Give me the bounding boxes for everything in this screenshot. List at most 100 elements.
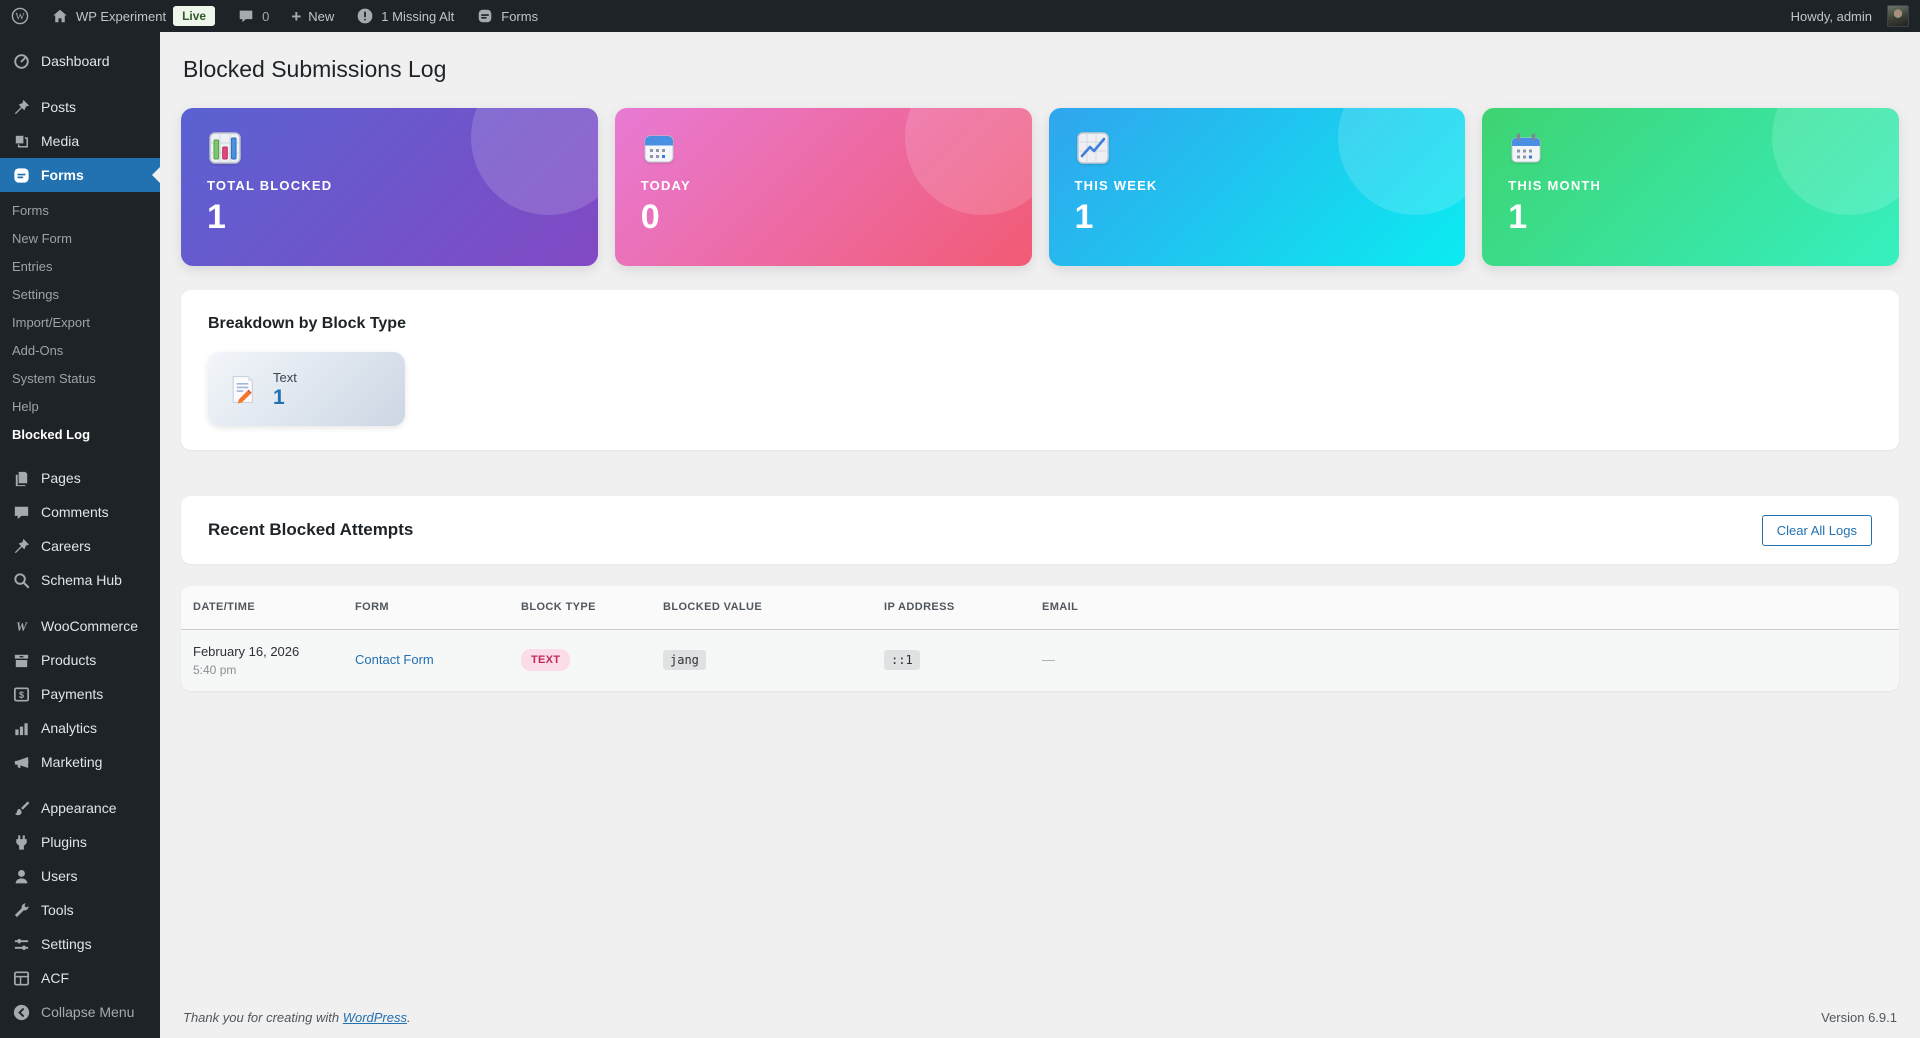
pushpin-icon bbox=[14, 538, 30, 553]
sidebar-item-label: WooCommerce bbox=[41, 618, 138, 634]
pushpin-icon bbox=[14, 99, 30, 114]
bar-chart-icon bbox=[209, 132, 241, 164]
submenu-item-system-status[interactable]: System Status bbox=[0, 365, 160, 393]
sliders-icon bbox=[14, 938, 29, 950]
sidebar-item-tools[interactable]: Tools bbox=[0, 893, 160, 927]
home-icon bbox=[53, 9, 67, 23]
ip-address-chip: ::1 bbox=[884, 650, 920, 671]
column-header-date-time: DATE/TIME bbox=[181, 586, 343, 630]
sidebar-item-schema-hub[interactable]: Schema Hub bbox=[0, 563, 160, 597]
calendar-icon bbox=[644, 135, 674, 163]
forms-logo-icon bbox=[478, 9, 492, 23]
admin-bar: W WP Experiment Live 0 + New 1 Missing A… bbox=[0, 0, 1920, 32]
sidebar-item-acf[interactable]: ACF bbox=[0, 961, 160, 995]
footer-version: Version 6.9.1 bbox=[1821, 1010, 1897, 1025]
sidebar-item-careers[interactable]: Careers bbox=[0, 529, 160, 563]
breakdown-panel: Breakdown by Block Type Text 1 bbox=[181, 290, 1899, 450]
submenu-item-settings[interactable]: Settings bbox=[0, 281, 160, 309]
forms-adminbar-menu[interactable]: Forms bbox=[465, 0, 549, 32]
brush-icon bbox=[15, 800, 30, 815]
blocked-value-chip: jang bbox=[663, 650, 706, 671]
wordpress-link[interactable]: WordPress bbox=[343, 1010, 407, 1025]
sidebar-item-forms[interactable]: Forms bbox=[0, 158, 160, 192]
sidebar-item-label: Products bbox=[41, 652, 97, 668]
sidebar-item-label: Marketing bbox=[41, 754, 103, 770]
search-icon bbox=[14, 572, 30, 588]
wrench-icon bbox=[14, 902, 29, 917]
submenu-item-help[interactable]: Help bbox=[0, 393, 160, 421]
submenu-item-import-export[interactable]: Import/Export bbox=[0, 309, 160, 337]
comments-bubble-icon bbox=[239, 10, 253, 23]
decorative-circle bbox=[904, 108, 1032, 215]
sidebar-item-label: Schema Hub bbox=[41, 572, 122, 588]
new-content-menu[interactable]: + New bbox=[280, 0, 345, 32]
plugin-icon bbox=[16, 834, 27, 850]
sidebar-item-marketing[interactable]: Marketing bbox=[0, 745, 160, 779]
sidebar-item-label: Payments bbox=[41, 686, 104, 702]
submenu-item-blocked-log[interactable]: Blocked Log bbox=[0, 421, 160, 449]
account-menu[interactable]: Howdy, admin bbox=[1780, 0, 1920, 32]
woocommerce-icon: W bbox=[16, 619, 28, 633]
decorative-circle bbox=[1338, 108, 1466, 215]
stat-card-this-month: THIS MONTH 1 bbox=[1482, 108, 1899, 266]
svg-text:W: W bbox=[15, 12, 25, 23]
sidebar-item-plugins[interactable]: Plugins bbox=[0, 825, 160, 859]
comment-count: 0 bbox=[262, 8, 270, 24]
howdy-label: Howdy, admin bbox=[1790, 8, 1872, 24]
sidebar-item-appearance[interactable]: Appearance bbox=[0, 791, 160, 825]
blocked-log-table: DATE/TIME FORM BLOCK TYPE BLOCKED VALUE … bbox=[181, 586, 1899, 691]
sidebar-item-settings[interactable]: Settings bbox=[0, 927, 160, 961]
grid-icon bbox=[13, 970, 30, 986]
wordpress-menu[interactable]: W bbox=[0, 0, 40, 32]
column-header-email: EMAIL bbox=[1030, 586, 1899, 630]
main-content: Blocked Submissions Log TOTAL BLOCKED 1 … bbox=[160, 32, 1920, 1038]
sidebar-item-label: Tools bbox=[41, 902, 74, 918]
submenu-item-add-ons[interactable]: Add-Ons bbox=[0, 337, 160, 365]
sidebar-item-comments[interactable]: Comments bbox=[0, 495, 160, 529]
sidebar-item-users[interactable]: Users bbox=[0, 859, 160, 893]
sidebar-item-dashboard[interactable]: Dashboard bbox=[0, 44, 160, 78]
sidebar-item-label: Appearance bbox=[41, 800, 117, 816]
bars-icon bbox=[15, 722, 28, 735]
collapse-icon bbox=[13, 1004, 30, 1020]
svg-text:W: W bbox=[16, 619, 28, 633]
user-icon bbox=[15, 869, 28, 883]
sidebar-item-label: Forms bbox=[41, 167, 84, 183]
sidebar-item-label: Analytics bbox=[41, 720, 98, 736]
row-time: 5:40 pm bbox=[193, 662, 237, 677]
clear-all-logs-button[interactable]: Clear All Logs bbox=[1761, 514, 1872, 546]
submenu-item-forms[interactable]: Forms bbox=[0, 197, 160, 225]
page-title: Blocked Submissions Log bbox=[183, 56, 447, 82]
footer-thanks-text: Thank you for creating with bbox=[183, 1010, 343, 1025]
block-type-label: Text bbox=[273, 370, 297, 385]
column-header-form: FORM bbox=[343, 586, 509, 630]
dollar-icon: $ bbox=[13, 686, 30, 702]
sidebar-item-label: Media bbox=[41, 133, 80, 149]
submenu-item-new-form[interactable]: New Form bbox=[0, 225, 160, 253]
site-name: WP Experiment bbox=[76, 8, 167, 24]
live-badge: Live bbox=[173, 6, 216, 26]
sidebar-item-label: Dashboard bbox=[41, 53, 110, 69]
sidebar-item-analytics[interactable]: Analytics bbox=[0, 711, 160, 745]
forms-adminbar-label: Forms bbox=[501, 8, 539, 24]
block-type-tile-text: Text 1 bbox=[208, 352, 405, 426]
form-link[interactable]: Contact Form bbox=[355, 652, 434, 667]
column-header-ip-address: IP ADDRESS bbox=[872, 586, 1030, 630]
footer-thanks: Thank you for creating with WordPress. bbox=[183, 1010, 411, 1025]
comments-menu[interactable]: 0 bbox=[226, 0, 280, 32]
chart-increasing-icon bbox=[1076, 132, 1109, 164]
missing-alt-menu[interactable]: 1 Missing Alt bbox=[345, 0, 465, 32]
sidebar-item-media[interactable]: Media bbox=[0, 124, 160, 158]
submenu-item-entries[interactable]: Entries bbox=[0, 253, 160, 281]
sidebar-item-label: Users bbox=[41, 868, 78, 884]
svg-text:$: $ bbox=[19, 690, 24, 700]
sidebar-item-label: Posts bbox=[41, 99, 77, 115]
sidebar-item-woocommerce[interactable]: W WooCommerce bbox=[0, 609, 160, 643]
sidebar-item-pages[interactable]: Pages bbox=[0, 461, 160, 495]
sidebar-item-products[interactable]: Products bbox=[0, 643, 160, 677]
sidebar-item-posts[interactable]: Posts bbox=[0, 90, 160, 124]
site-name-menu[interactable]: WP Experiment Live bbox=[40, 0, 226, 32]
sidebar-item-payments[interactable]: $ Payments bbox=[0, 677, 160, 711]
table-row: February 16, 2026 5:40 pm Contact Form T… bbox=[181, 629, 1899, 691]
collapse-menu-button[interactable]: Collapse Menu bbox=[0, 995, 160, 1029]
